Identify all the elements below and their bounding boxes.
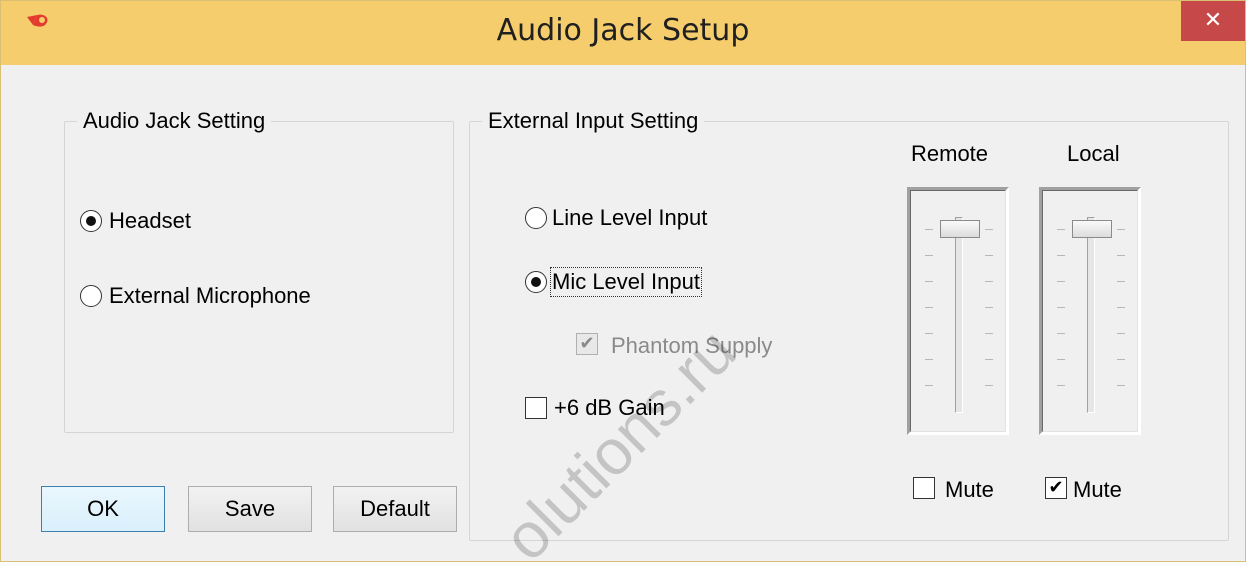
local-tick xyxy=(1117,281,1125,282)
remote-mute-label[interactable]: Mute xyxy=(945,477,994,503)
remote-tick xyxy=(925,333,933,334)
dialog-client-area: Audio Jack Setting Headset External Micr… xyxy=(9,65,1237,557)
remote-tick xyxy=(985,281,993,282)
local-tick xyxy=(1117,229,1125,230)
local-tick xyxy=(1117,255,1125,256)
phantom-supply-check-icon: ✔ xyxy=(579,333,595,354)
line-level-input-radio[interactable] xyxy=(525,207,547,229)
gain-label[interactable]: +6 dB Gain xyxy=(554,395,665,421)
default-button[interactable]: Default xyxy=(333,486,457,532)
local-tick xyxy=(1057,385,1065,386)
gain-checkbox[interactable] xyxy=(525,397,547,419)
mic-level-input-radio[interactable] xyxy=(525,271,547,293)
local-tick xyxy=(1057,255,1065,256)
remote-tick xyxy=(985,333,993,334)
remote-tick xyxy=(925,359,933,360)
remote-tick xyxy=(985,359,993,360)
remote-tick xyxy=(925,229,933,230)
remote-volume-slider[interactable] xyxy=(907,187,1009,435)
local-tick xyxy=(1057,307,1065,308)
local-tick xyxy=(1117,307,1125,308)
title-bar[interactable]: Audio Jack Setup ✕ xyxy=(1,1,1245,65)
audio-jack-setting-legend: Audio Jack Setting xyxy=(77,108,272,134)
headset-radio[interactable] xyxy=(80,210,102,232)
remote-label: Remote xyxy=(911,141,989,166)
audio-jack-setting-group: Audio Jack Setting xyxy=(64,108,454,433)
local-mute-label[interactable]: Mute xyxy=(1073,477,1122,503)
remote-slider-frame xyxy=(910,190,1006,432)
local-tick xyxy=(1117,385,1125,386)
remote-slider-track xyxy=(955,217,963,413)
remote-tick xyxy=(925,385,933,386)
local-tick xyxy=(1057,333,1065,334)
phantom-supply-label[interactable]: Phantom Supply xyxy=(611,333,772,359)
local-label: Local xyxy=(1067,141,1120,166)
local-tick xyxy=(1057,359,1065,360)
save-button[interactable]: Save xyxy=(188,486,312,532)
headset-label[interactable]: Headset xyxy=(109,208,191,234)
local-tick xyxy=(1117,359,1125,360)
local-tick xyxy=(1117,333,1125,334)
local-slider-frame xyxy=(1042,190,1138,432)
remote-mute-checkbox[interactable] xyxy=(913,477,935,499)
local-tick xyxy=(1057,229,1065,230)
remote-tick xyxy=(925,255,933,256)
ok-button[interactable]: OK xyxy=(41,486,165,532)
phantom-supply-checkbox[interactable]: ✔ xyxy=(576,333,598,355)
mic-level-input-radio-dot xyxy=(531,277,541,287)
window-title: Audio Jack Setup xyxy=(496,13,750,48)
remote-tick xyxy=(925,281,933,282)
line-level-input-label[interactable]: Line Level Input xyxy=(552,205,707,231)
headset-radio-dot xyxy=(86,216,96,226)
local-mute-checkbox[interactable]: ✔ xyxy=(1045,477,1067,499)
local-mute-check-icon: ✔ xyxy=(1048,477,1064,498)
remote-tick xyxy=(985,385,993,386)
remote-tick xyxy=(985,307,993,308)
mic-level-input-label[interactable]: Mic Level Input xyxy=(550,267,702,297)
close-button[interactable]: ✕ xyxy=(1181,1,1245,41)
external-input-setting-legend: External Input Setting xyxy=(482,108,705,134)
local-slider-track xyxy=(1087,217,1095,413)
audio-jack-setup-window: Audio Jack Setup ✕ Audio Jack Setting He… xyxy=(0,0,1246,562)
remote-tick xyxy=(985,229,993,230)
remote-slider-thumb[interactable] xyxy=(940,220,980,238)
remote-tick xyxy=(985,255,993,256)
remote-tick xyxy=(925,307,933,308)
local-tick xyxy=(1057,281,1065,282)
local-volume-slider[interactable] xyxy=(1039,187,1141,435)
external-microphone-label[interactable]: External Microphone xyxy=(109,283,311,309)
close-icon: ✕ xyxy=(1203,8,1223,33)
external-microphone-radio[interactable] xyxy=(80,285,102,307)
local-slider-thumb[interactable] xyxy=(1072,220,1112,238)
